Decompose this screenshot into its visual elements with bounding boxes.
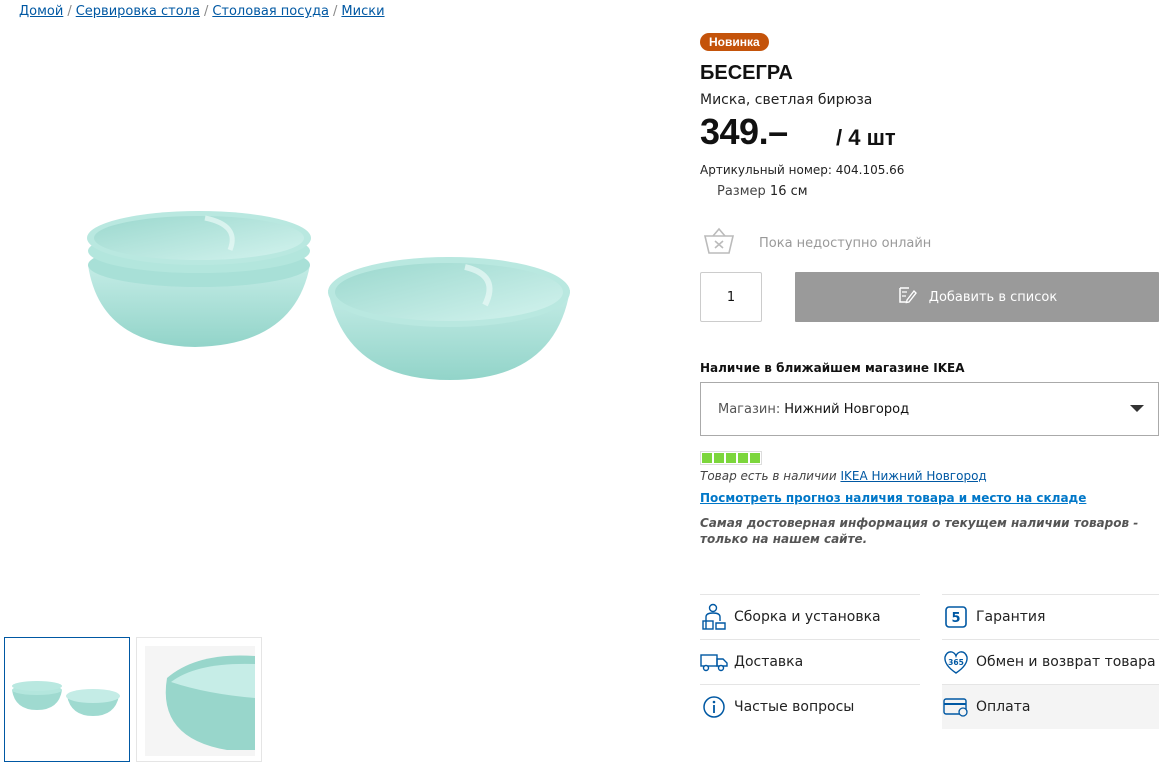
new-badge: Новинка: [700, 33, 769, 51]
stock-level-segment: [750, 453, 760, 463]
credit-card-icon: [942, 693, 970, 721]
bowls-image: [87, 211, 570, 380]
return-365-icon: 365: [942, 648, 970, 676]
service-label: Обмен и возврат товара: [976, 654, 1156, 670]
warranty-badge-text: 5: [951, 611, 960, 626]
store-select[interactable]: Магазин: Нижний Новгород: [700, 382, 1159, 436]
thumbnail-1[interactable]: [4, 637, 130, 762]
article-number: Артикульный номер: 404.105.66: [700, 163, 905, 177]
assembly-icon: [700, 603, 728, 631]
add-to-list-button[interactable]: Добавить в список: [795, 272, 1159, 322]
store-stock-heading: Наличие в ближайшем магазине IKEA: [700, 361, 965, 375]
online-availability-text: Пока недоступно онлайн: [759, 235, 932, 251]
price-unit: / 4 шт: [836, 125, 896, 150]
edit-list-icon: [897, 285, 917, 309]
basket-unavailable-icon: [703, 227, 735, 259]
stock-level-segment: [702, 453, 712, 463]
size-label: Размер: [717, 184, 766, 199]
store-select-label: Магазин:: [718, 401, 781, 417]
product-main-image[interactable]: [80, 195, 580, 395]
service-label: Частые вопросы: [734, 699, 855, 715]
stock-forecast-link[interactable]: Посмотреть прогноз наличия товара и мест…: [700, 491, 1086, 505]
stock-status: Товар есть в наличии IKEA Нижний Новгоро…: [700, 469, 987, 483]
breadcrumb-home[interactable]: Домой: [19, 4, 63, 19]
product-size: Размер 16 см: [717, 184, 808, 199]
service-assembly[interactable]: Сборка и установка: [700, 594, 920, 639]
warranty-icon: 5: [942, 603, 970, 631]
breadcrumb-dinnerware[interactable]: Столовая посуда: [212, 4, 329, 19]
thumbnail-strip: [4, 637, 262, 762]
service-label: Оплата: [976, 699, 1031, 715]
add-to-list-label: Добавить в список: [928, 289, 1058, 305]
service-label: Гарантия: [976, 609, 1046, 625]
availability-note: Самая достоверная информация о текущем н…: [700, 516, 1139, 546]
chevron-down-icon: [1130, 405, 1144, 412]
service-label: Сборка и установка: [734, 609, 881, 625]
product-description: Миска, светлая бирюза: [700, 92, 873, 108]
service-label: Доставка: [734, 654, 804, 670]
online-availability: Пока недоступно онлайн: [703, 227, 931, 259]
stock-level-segment: [726, 453, 736, 463]
breadcrumb: Домой / Сервировка стола / Столовая посуда / М…: [19, 4, 385, 19]
product-price: 349.–: [700, 111, 788, 152]
service-delivery[interactable]: Доставка: [700, 639, 920, 684]
service-payment[interactable]: Оплата: [942, 684, 1159, 729]
size-value: 16 см: [769, 184, 808, 199]
product-title: БЕСЕГРА: [700, 62, 793, 84]
return-badge-text: 365: [948, 658, 964, 667]
breadcrumb-table-setting[interactable]: Сервировка стола: [76, 4, 200, 19]
delivery-truck-icon: [700, 648, 728, 676]
service-returns[interactable]: 365 Обмен и возврат товара: [942, 639, 1159, 684]
stock-level-indicator: [700, 451, 762, 465]
breadcrumb-bowls[interactable]: Миски: [341, 4, 384, 19]
store-select-value: Нижний Новгород: [784, 401, 910, 417]
store-link[interactable]: IKEA Нижний Новгород: [840, 469, 986, 483]
stock-level-segment: [738, 453, 748, 463]
thumbnail-2[interactable]: [136, 637, 262, 762]
stock-status-text: Товар есть в наличии: [700, 469, 837, 483]
service-faq[interactable]: Частые вопросы: [700, 684, 920, 729]
quantity-input[interactable]: 1: [700, 272, 762, 322]
info-icon: [700, 693, 728, 721]
service-warranty[interactable]: 5 Гарантия: [942, 594, 1159, 639]
stock-level-segment: [714, 453, 724, 463]
